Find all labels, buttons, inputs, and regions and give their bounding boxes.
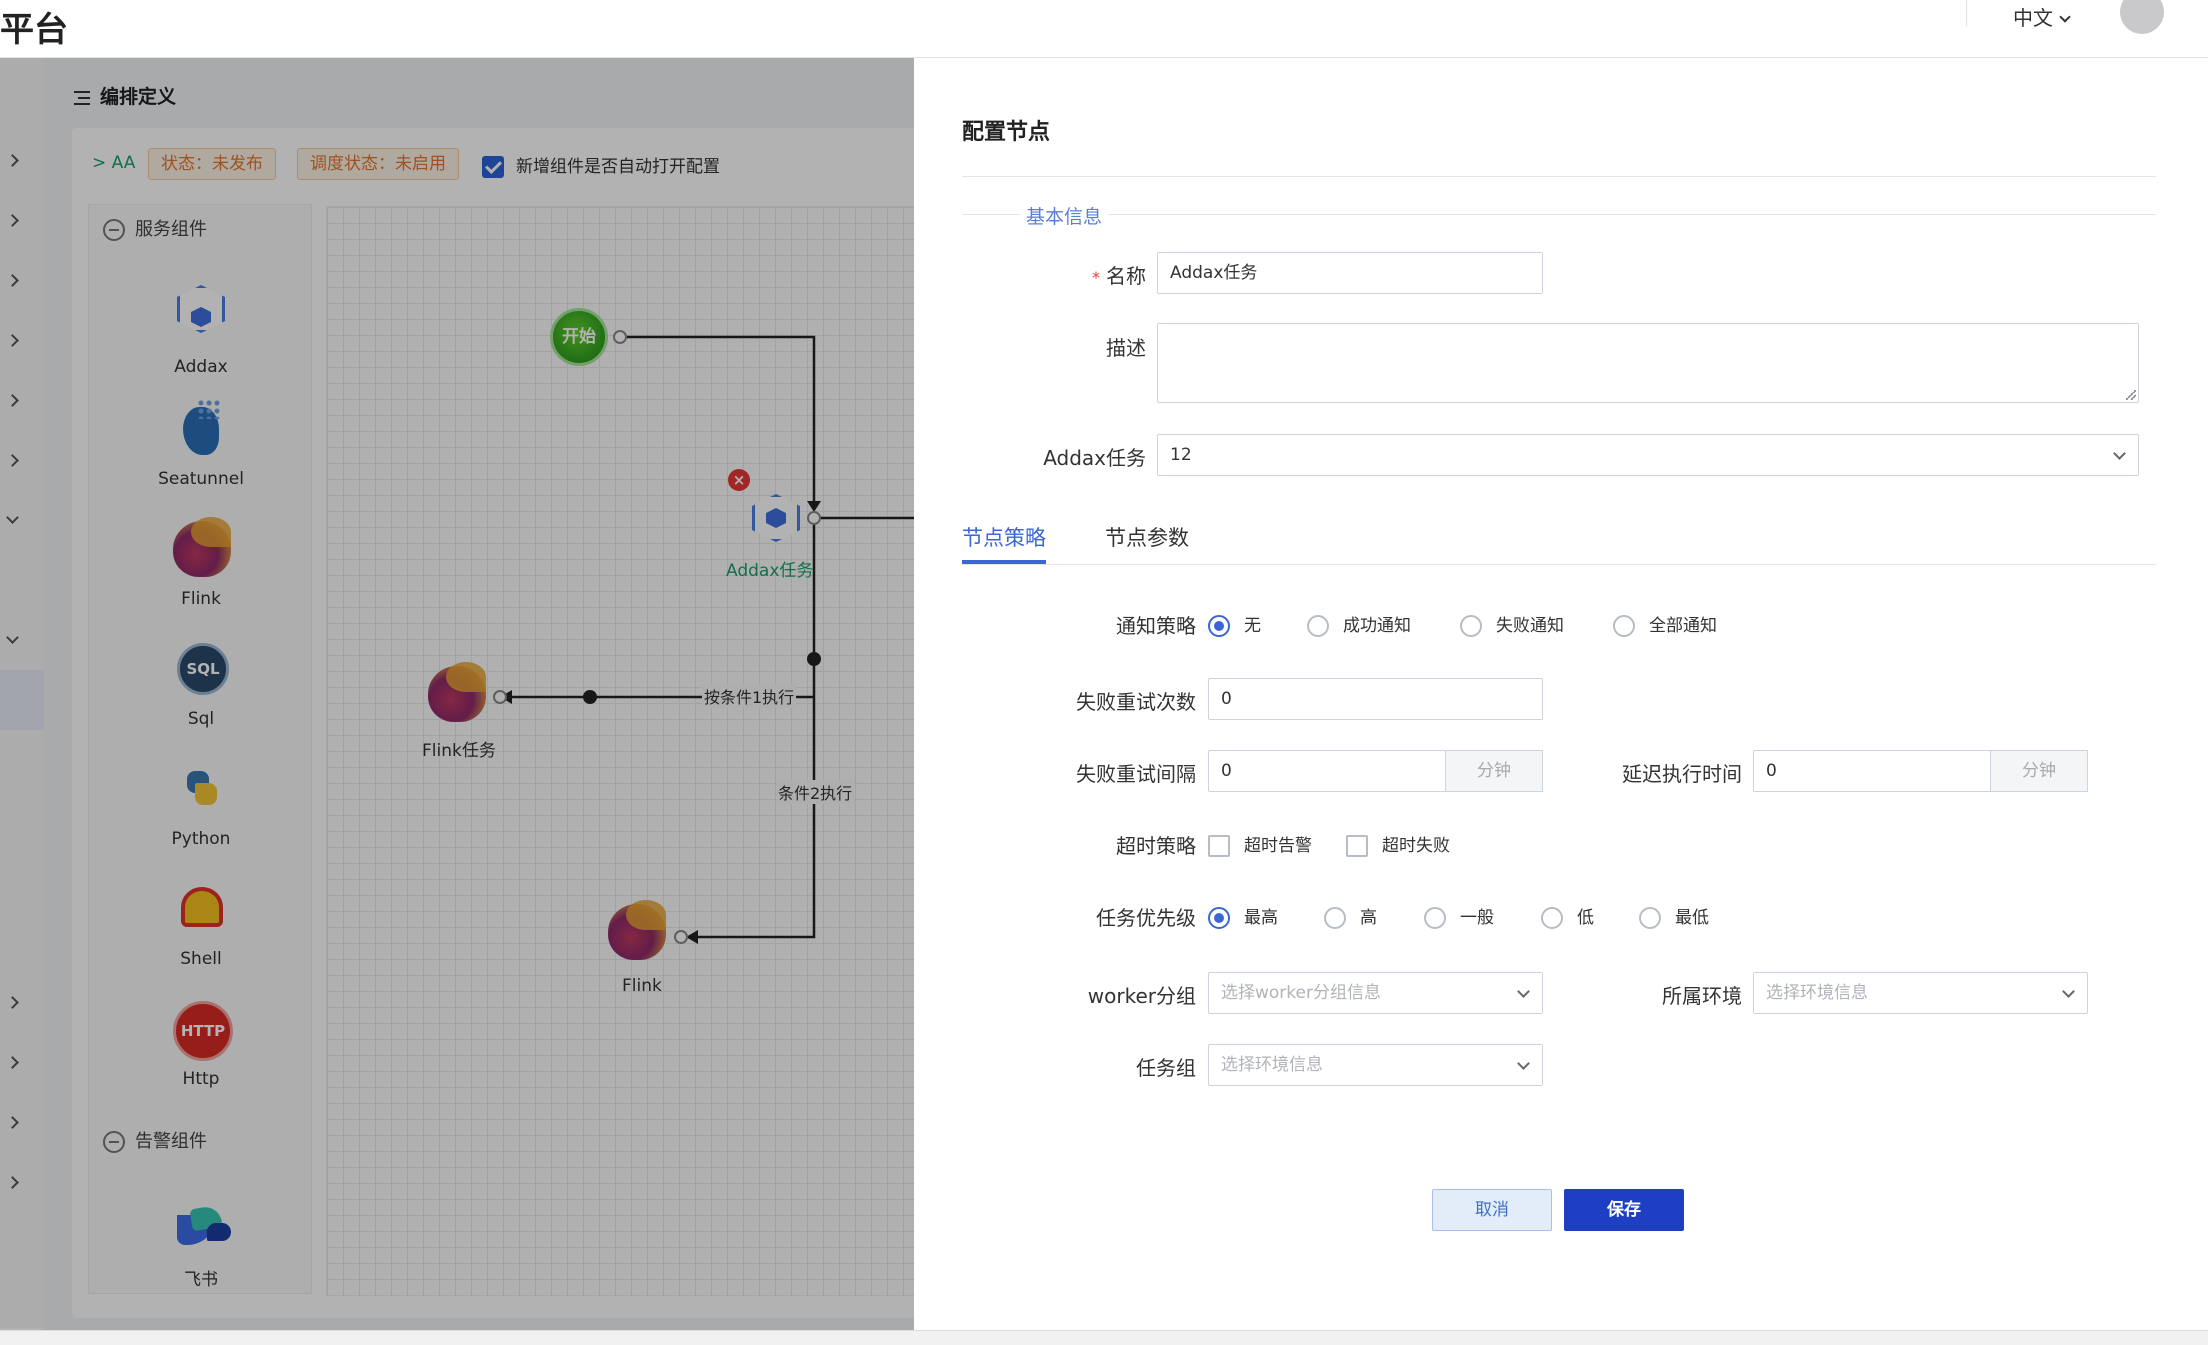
worker-group-placeholder: 选择worker分组信息: [1221, 983, 1381, 1003]
env-label: 所属环境: [1662, 984, 1742, 1008]
timeout-option-alarm[interactable]: 超时告警: [1208, 831, 1312, 857]
drawer-title: 配置节点: [962, 120, 1051, 145]
notify-option-label: 失败通知: [1496, 616, 1564, 636]
notify-option-all[interactable]: 全部通知: [1613, 611, 1717, 637]
priority-option-medium[interactable]: 一般: [1424, 903, 1494, 929]
chevron-down-icon: [2113, 447, 2126, 460]
delay-input[interactable]: 0: [1753, 750, 1991, 792]
env-select[interactable]: 选择环境信息: [1753, 972, 2088, 1014]
addax-task-select-value: 12: [1170, 445, 1192, 465]
priority-option-high[interactable]: 高: [1324, 903, 1377, 929]
priority-option-label: 最低: [1675, 908, 1709, 928]
addax-task-select[interactable]: 12: [1157, 434, 2139, 476]
notify-option-label: 无: [1244, 616, 1261, 636]
tab-node-params[interactable]: 节点参数: [1105, 522, 1189, 552]
notify-option-label: 成功通知: [1343, 616, 1411, 636]
checkbox-icon[interactable]: [1346, 835, 1368, 857]
name-input[interactable]: Addax任务: [1157, 252, 1543, 294]
name-label-text: 名称: [1106, 264, 1146, 288]
notify-option-success[interactable]: 成功通知: [1307, 611, 1411, 637]
addax-task-label: Addax任务: [1043, 446, 1146, 470]
worker-group-select[interactable]: 选择worker分组信息: [1208, 972, 1543, 1014]
resize-handle-icon[interactable]: [2126, 390, 2136, 400]
required-icon: *: [1092, 268, 1100, 287]
language-label: 中文: [2013, 6, 2053, 30]
chevron-down-icon: [2062, 985, 2075, 998]
radio-checked-icon[interactable]: [1208, 615, 1230, 637]
radio-icon[interactable]: [1613, 615, 1635, 637]
header-divider: [1966, 0, 1967, 26]
retry-times-label: 失败重试次数: [1076, 690, 1196, 714]
chevron-down-icon: [2059, 11, 2071, 23]
priority-option-highest[interactable]: 最高: [1208, 903, 1278, 929]
notify-option-failure[interactable]: 失败通知: [1460, 611, 1564, 637]
name-label: * 名称: [1040, 260, 1146, 289]
env-placeholder: 选择环境信息: [1766, 983, 1868, 1003]
desc-label: 描述: [1106, 336, 1146, 360]
chevron-down-icon: [1517, 985, 1530, 998]
priority-option-label: 低: [1577, 908, 1594, 928]
priority-option-lowest[interactable]: 最低: [1639, 903, 1709, 929]
save-button[interactable]: 保存: [1564, 1189, 1684, 1231]
retry-times-input[interactable]: 0: [1208, 678, 1543, 720]
worker-group-label: worker分组: [1087, 984, 1196, 1008]
timeout-label: 超时策略: [1116, 834, 1196, 858]
tab-node-strategy[interactable]: 节点策略: [962, 522, 1046, 552]
delay-unit: 分钟: [1990, 750, 2088, 792]
cancel-button[interactable]: 取消: [1432, 1189, 1552, 1231]
section-divider: [962, 214, 2156, 215]
priority-option-label: 高: [1360, 908, 1377, 928]
priority-option-label: 一般: [1460, 908, 1494, 928]
section-title-basic: 基本信息: [1020, 202, 1109, 229]
timeout-option-fail[interactable]: 超时失败: [1346, 831, 1450, 857]
retry-interval-unit: 分钟: [1445, 750, 1543, 792]
radio-icon[interactable]: [1460, 615, 1482, 637]
delay-label: 延迟执行时间: [1622, 762, 1742, 786]
bottom-scrollbar[interactable]: [0, 1330, 2208, 1345]
notify-option-none[interactable]: 无: [1208, 611, 1261, 637]
radio-icon[interactable]: [1639, 907, 1661, 929]
divider: [962, 176, 2156, 177]
radio-icon[interactable]: [1307, 615, 1329, 637]
notify-option-label: 全部通知: [1649, 616, 1717, 636]
language-switcher[interactable]: 中文: [2013, 2, 2071, 31]
task-group-label: 任务组: [1136, 1056, 1196, 1080]
retry-interval-label: 失败重试间隔: [1076, 762, 1196, 786]
radio-icon[interactable]: [1324, 907, 1346, 929]
timeout-option-label: 超时告警: [1244, 836, 1312, 856]
retry-interval-input[interactable]: 0: [1208, 750, 1446, 792]
modal-overlay[interactable]: [0, 58, 914, 1330]
notify-label: 通知策略: [1116, 614, 1196, 638]
radio-icon[interactable]: [1424, 907, 1446, 929]
radio-icon[interactable]: [1541, 907, 1563, 929]
tab-active-indicator: [962, 560, 1046, 564]
chevron-down-icon: [1517, 1057, 1530, 1070]
task-group-placeholder: 选择环境信息: [1221, 1055, 1323, 1075]
priority-option-label: 最高: [1244, 908, 1278, 928]
checkbox-icon[interactable]: [1208, 835, 1230, 857]
desc-textarea[interactable]: [1157, 323, 2139, 403]
tabs-divider: [962, 564, 2156, 565]
priority-option-low[interactable]: 低: [1541, 903, 1594, 929]
task-group-select[interactable]: 选择环境信息: [1208, 1044, 1543, 1086]
radio-checked-icon[interactable]: [1208, 907, 1230, 929]
priority-label: 任务优先级: [1096, 906, 1196, 930]
timeout-option-label: 超时失败: [1382, 836, 1450, 856]
avatar[interactable]: [2120, 0, 2164, 34]
